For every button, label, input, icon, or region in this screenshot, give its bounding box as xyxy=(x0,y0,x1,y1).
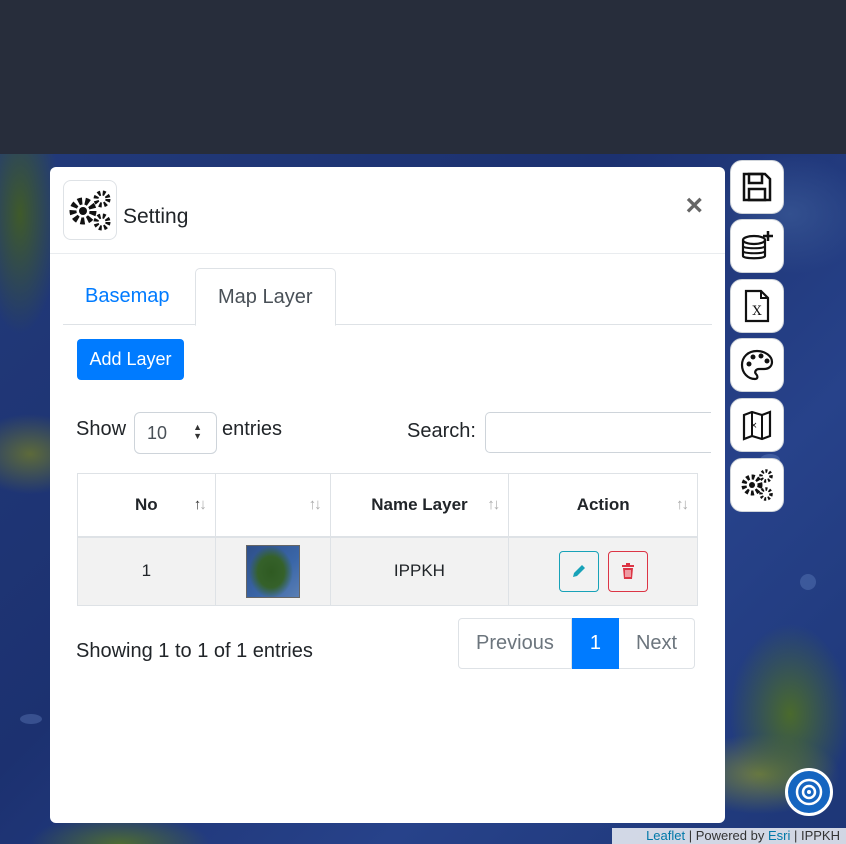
edit-button[interactable] xyxy=(558,550,599,592)
cell-no: 1 xyxy=(77,536,216,606)
length-value: 10 xyxy=(147,423,168,443)
header-icon-box xyxy=(63,180,117,240)
esri-link[interactable]: Esri xyxy=(768,828,790,843)
delete-button[interactable] xyxy=(607,550,648,592)
excel-export-button[interactable]: X xyxy=(730,279,784,333)
accessibility-button[interactable] xyxy=(785,768,833,816)
svg-text:X: X xyxy=(752,304,762,319)
top-app-bar xyxy=(0,0,846,154)
column-label: No xyxy=(135,494,158,514)
layer-table: No ↑↓ ↑↓ Name Layer ↑↓ Action ↑↓ 1 IPPKH xyxy=(77,473,698,606)
cell-action xyxy=(508,536,698,606)
attribution-suffix: | IPPKH xyxy=(790,828,840,843)
column-header-no[interactable]: No ↑↓ xyxy=(77,473,216,538)
sort-icon: ↑↓ xyxy=(193,496,207,513)
search-label: Search: xyxy=(407,420,476,442)
column-header-thumbnail[interactable]: ↑↓ xyxy=(214,473,331,538)
setting-modal: Setting × Basemap Map Layer Add Layer Sh… xyxy=(50,167,725,823)
modal-title: Setting xyxy=(123,205,189,228)
close-button[interactable]: × xyxy=(685,191,703,221)
select-caret-icon: ▲ ▼ xyxy=(193,422,202,441)
table-info: Showing 1 to 1 of 1 entries xyxy=(76,640,313,662)
palette-icon xyxy=(740,349,774,381)
search-input[interactable] xyxy=(485,412,711,453)
sort-icon: ↑↓ xyxy=(487,496,500,513)
layer-thumbnail xyxy=(245,544,300,598)
sort-icon: ↑↓ xyxy=(676,496,689,513)
attribution-text: | Powered by xyxy=(685,828,768,843)
add-database-button[interactable] xyxy=(730,219,784,273)
table-header-row: No ↑↓ ↑↓ Name Layer ↑↓ Action ↑↓ xyxy=(77,473,698,538)
excel-file-icon: X xyxy=(744,289,770,323)
table-row: 1 IPPKH xyxy=(77,536,698,606)
next-page-button[interactable]: Next xyxy=(618,618,696,669)
save-icon xyxy=(742,172,772,202)
settings-icon xyxy=(741,469,773,501)
gears-icon xyxy=(69,190,111,231)
entries-length-select[interactable]: 10 ▲ ▼ xyxy=(134,412,217,454)
entries-label: entries xyxy=(222,418,283,440)
tab-basemap[interactable]: Basemap xyxy=(63,268,192,325)
tab-map-layer[interactable]: Map Layer xyxy=(195,268,336,326)
column-label: Action xyxy=(576,494,630,514)
map-feature xyxy=(20,714,42,724)
trash-icon xyxy=(621,563,634,580)
svg-text:×: × xyxy=(750,421,758,431)
map-feature xyxy=(800,574,816,590)
cell-name-layer: IPPKH xyxy=(329,536,510,606)
style-palette-button[interactable] xyxy=(730,338,784,392)
sort-icon: ↑↓ xyxy=(308,496,322,513)
save-button[interactable] xyxy=(730,160,784,214)
add-layer-button[interactable]: Add Layer xyxy=(77,339,184,380)
modal-header: Setting × xyxy=(50,167,725,254)
previous-page-button[interactable]: Previous xyxy=(458,618,572,669)
column-label: Name Layer xyxy=(371,494,468,514)
column-header-action[interactable]: Action ↑↓ xyxy=(508,473,698,538)
settings-button[interactable] xyxy=(730,458,784,512)
add-database-icon xyxy=(741,231,773,260)
column-header-name-layer[interactable]: Name Layer ↑↓ xyxy=(329,473,510,538)
map-legend-button[interactable]: × xyxy=(730,398,784,452)
map-icon: × xyxy=(742,410,772,441)
tab-bar: Basemap Map Layer xyxy=(63,268,712,326)
pencil-icon xyxy=(572,565,585,578)
leaflet-link[interactable]: Leaflet xyxy=(646,828,685,843)
pagination: Previous 1 Next xyxy=(458,618,696,669)
map-attribution: Leaflet | Powered by Esri | IPPKH xyxy=(612,828,846,844)
accessibility-icon xyxy=(795,778,823,806)
cell-thumbnail xyxy=(214,536,331,606)
show-label: Show xyxy=(76,418,127,440)
current-page-button[interactable]: 1 xyxy=(571,618,619,669)
